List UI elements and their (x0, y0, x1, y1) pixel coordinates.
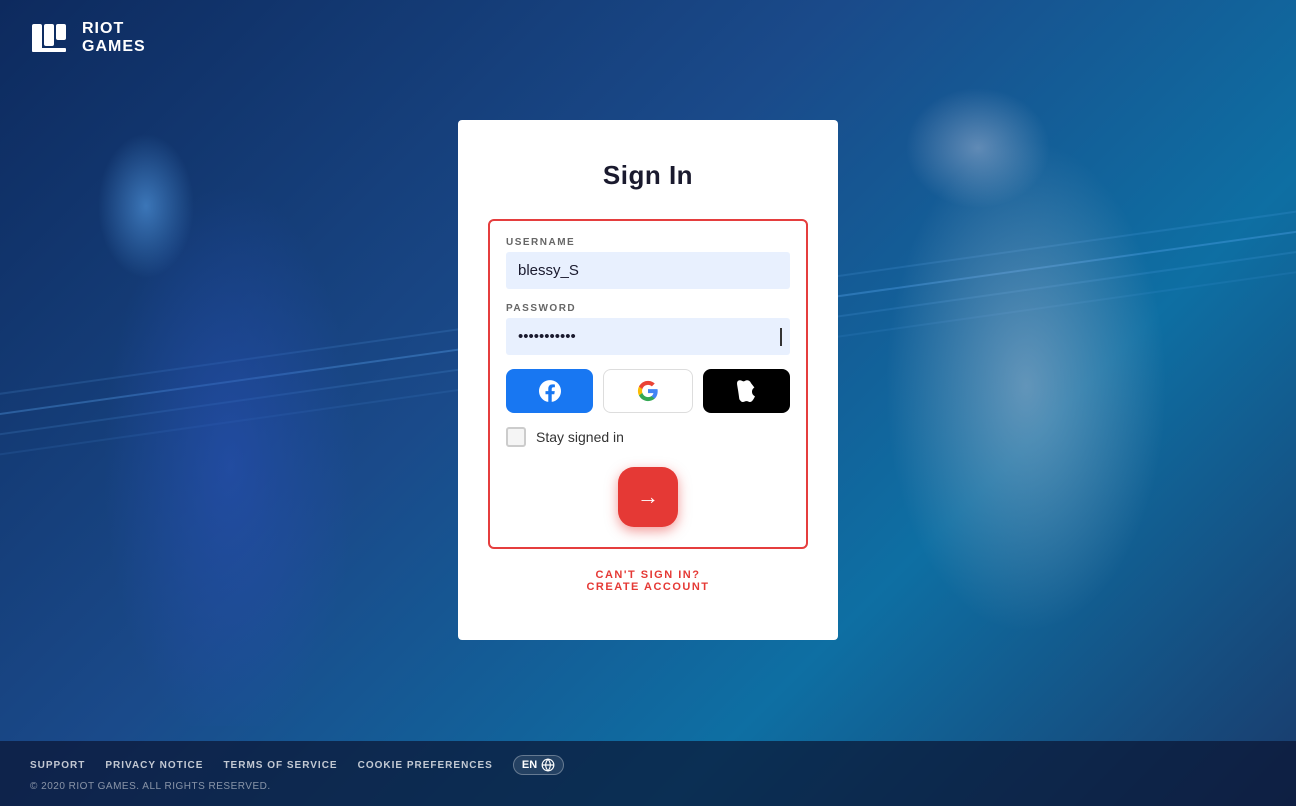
language-button[interactable]: EN (513, 755, 564, 775)
create-account-link[interactable]: CREATE ACCOUNT (586, 581, 709, 593)
text-cursor (780, 328, 782, 346)
stay-signed-row: Stay signed in (506, 427, 790, 447)
password-group: PASSWORD (506, 303, 790, 355)
riot-fist-icon (30, 20, 72, 56)
password-label: PASSWORD (506, 303, 790, 314)
username-input[interactable] (506, 252, 790, 289)
form-section: USERNAME PASSWORD (488, 219, 808, 549)
globe-icon (541, 758, 555, 772)
stay-signed-label: Stay signed in (536, 429, 624, 445)
footer: SUPPORT PRIVACY NOTICE TERMS OF SERVICE … (0, 741, 1296, 806)
copyright: © 2020 RIOT GAMES. ALL RIGHTS RESERVED. (30, 781, 1266, 792)
lang-label: EN (522, 759, 537, 771)
google-signin-button[interactable] (603, 369, 692, 413)
logo: RIOT GAMES (30, 20, 146, 56)
password-input[interactable] (506, 318, 790, 355)
support-link[interactable]: SUPPORT (30, 760, 85, 771)
logo-text: RIOT GAMES (82, 20, 146, 55)
arrow-right-icon: → (637, 484, 659, 510)
footer-links: SUPPORT PRIVACY NOTICE TERMS OF SERVICE … (30, 755, 1266, 775)
apple-signin-button[interactable] (703, 369, 790, 413)
privacy-link[interactable]: PRIVACY NOTICE (105, 760, 203, 771)
cant-sign-in-link[interactable]: CAN'T SIGN IN? (596, 569, 701, 581)
facebook-icon (539, 380, 561, 402)
page-title: Sign In (603, 160, 693, 191)
submit-button[interactable]: → (618, 467, 678, 527)
username-label: USERNAME (506, 237, 790, 248)
apple-icon (736, 380, 756, 402)
stay-signed-checkbox[interactable] (506, 427, 526, 447)
signin-card: Sign In USERNAME PASSWORD (458, 120, 838, 640)
google-icon (637, 380, 659, 402)
password-wrapper (506, 318, 790, 355)
terms-link[interactable]: TERMS OF SERVICE (223, 760, 337, 771)
social-buttons (506, 369, 790, 413)
facebook-signin-button[interactable] (506, 369, 593, 413)
username-group: USERNAME (506, 237, 790, 289)
cookies-link[interactable]: COOKIE PREFERENCES (358, 760, 493, 771)
